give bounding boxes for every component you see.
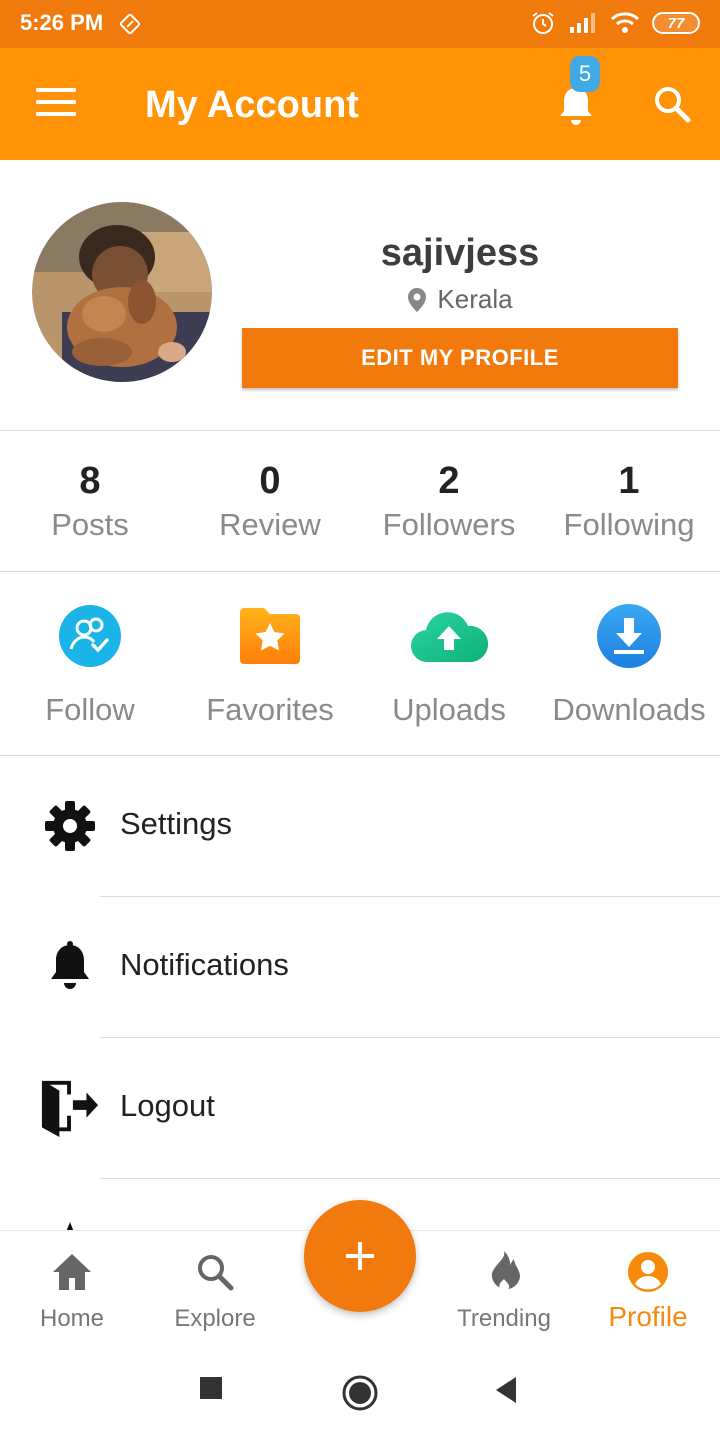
upload-cloud-icon <box>409 600 489 672</box>
menu-item-settings[interactable]: Settings <box>0 756 720 896</box>
menu-item-label: Settings <box>120 806 233 841</box>
gear-icon <box>40 798 100 854</box>
nav-label: Profile <box>608 1301 688 1332</box>
logout-icon <box>40 1080 100 1138</box>
menu-item-label: Notifications <box>120 947 289 982</box>
notification-count-badge: 5 <box>570 56 600 92</box>
home-circle-icon[interactable] <box>341 1374 379 1412</box>
uploads-button[interactable]: Uploads <box>359 600 539 728</box>
stat-label: Following <box>563 507 695 542</box>
divider <box>0 571 720 572</box>
app-bar: My Account 5 <box>0 48 720 160</box>
menu-item-logout[interactable]: Logout <box>0 1038 720 1178</box>
stat-label: Posts <box>51 507 129 542</box>
username: sajivjess <box>380 232 540 274</box>
nav-label: Trending <box>457 1305 551 1332</box>
page-title: My Account <box>145 84 359 126</box>
follow-label: Follow <box>45 692 135 727</box>
location: Kerala <box>242 284 678 315</box>
divider <box>100 1178 720 1179</box>
add-post-button[interactable] <box>304 1200 416 1312</box>
stat-label: Followers <box>382 507 516 542</box>
signal-icon <box>570 13 595 33</box>
divider <box>0 430 720 431</box>
menu-item-label: Logout <box>120 1088 215 1123</box>
alarm-icon <box>532 12 554 34</box>
stat-following[interactable]: 1 Following <box>539 458 719 546</box>
nav-trending[interactable]: Trending <box>432 1249 576 1333</box>
stat-value: 0 <box>259 460 281 502</box>
search-icon[interactable] <box>650 82 694 126</box>
favorites-button[interactable]: Favorites <box>180 600 360 728</box>
avatar[interactable] <box>32 202 212 382</box>
nav-home[interactable]: Home <box>0 1249 144 1333</box>
recents-square-icon[interactable] <box>199 1376 223 1400</box>
flame-icon <box>432 1249 576 1295</box>
map-pin-icon <box>408 287 427 312</box>
plus-icon <box>346 1242 374 1270</box>
wifi-icon <box>610 12 640 33</box>
screen-rotate-icon <box>119 13 141 35</box>
nav-profile[interactable]: Profile <box>576 1249 720 1333</box>
menu-icon[interactable] <box>36 88 76 120</box>
downloads-label: Downloads <box>552 692 706 727</box>
stat-followers[interactable]: 2 Followers <box>359 458 539 546</box>
system-nav-bar <box>0 1342 720 1440</box>
back-triangle-icon[interactable] <box>494 1375 518 1405</box>
location-label: Kerala <box>437 284 513 314</box>
stat-value: 1 <box>618 460 640 502</box>
status-icons: 77 <box>530 10 700 36</box>
home-icon <box>0 1249 144 1295</box>
downloads-button[interactable]: Downloads <box>539 600 719 728</box>
status-time: 5:26 PM <box>20 10 104 35</box>
battery-icon: 77 <box>652 12 700 34</box>
follow-icon <box>50 600 130 672</box>
bell-icon <box>40 939 100 995</box>
favorites-icon <box>230 600 310 672</box>
search-icon <box>143 1249 287 1295</box>
nav-label: Explore <box>174 1305 256 1332</box>
nav-explore[interactable]: Explore <box>143 1249 287 1333</box>
stat-value: 2 <box>438 460 460 502</box>
menu-item-notifications[interactable]: Notifications <box>0 897 720 1037</box>
stat-value: 8 <box>79 460 101 502</box>
download-icon <box>589 600 669 672</box>
favorites-label: Favorites <box>206 692 334 727</box>
person-icon <box>576 1249 720 1295</box>
status-bar: 5:26 PM 77 <box>0 0 720 48</box>
nav-label: Home <box>39 1305 105 1332</box>
stat-posts[interactable]: 8 Posts <box>0 458 180 546</box>
edit-profile-button[interactable]: EDIT MY PROFILE <box>242 328 678 388</box>
follow-button[interactable]: Follow <box>0 600 180 728</box>
stat-label: Review <box>219 507 321 542</box>
uploads-label: Uploads <box>392 692 506 727</box>
stat-review[interactable]: 0 Review <box>180 458 360 546</box>
